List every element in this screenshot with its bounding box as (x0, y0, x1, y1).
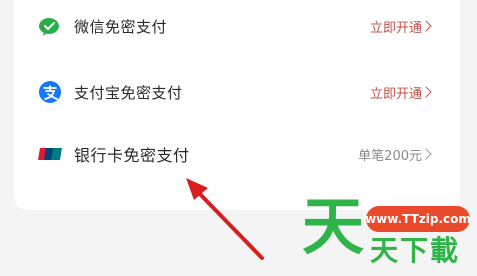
watermark-logo-text: 天下載 (370, 234, 461, 267)
watermark-site-badge: www.TTzip.com (365, 206, 471, 232)
watermark-logo-large: 天 (302, 190, 365, 263)
